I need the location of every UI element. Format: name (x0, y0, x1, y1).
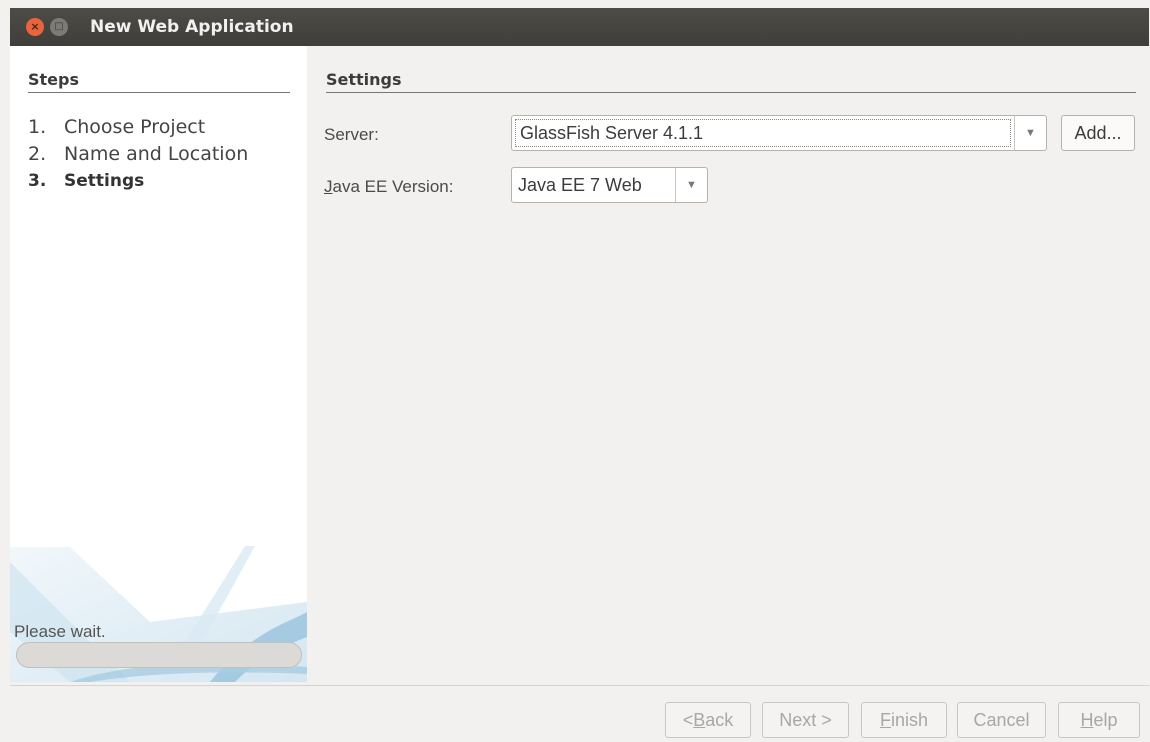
close-window-icon[interactable]: × (26, 18, 44, 36)
step-number: 1. (28, 116, 47, 138)
finish-text: inish (890, 709, 929, 730)
help-button[interactable]: Help (1058, 702, 1140, 738)
java-ee-version-value: Java EE 7 Web (518, 174, 642, 195)
maximize-window-icon[interactable]: □ (50, 18, 68, 36)
step-label: Name and Location (64, 143, 249, 165)
server-dropdown[interactable]: GlassFish Server 4.1.1 ▼ (511, 115, 1047, 151)
window-title: New Web Application (90, 17, 294, 37)
mnemonic-letter: F (879, 709, 891, 730)
next-button[interactable]: Next > (762, 702, 849, 738)
chevron-down-icon[interactable]: ▼ (1014, 116, 1046, 150)
step-item-settings: 3. Settings (28, 168, 248, 195)
mnemonic-letter: B (693, 709, 706, 730)
back-button[interactable]: < Back (665, 702, 751, 738)
step-number: 2. (28, 143, 47, 165)
help-text: elp (1093, 709, 1118, 730)
server-label: Server: (324, 125, 379, 144)
title-bar: × □ New Web Application (10, 8, 1149, 46)
steps-list: 1. Choose Project 2. Name and Location 3… (28, 114, 248, 195)
add-server-button[interactable]: Add... (1061, 115, 1135, 151)
cancel-button[interactable]: Cancel (957, 702, 1046, 738)
java-ee-version-dropdown[interactable]: Java EE 7 Web ▼ (511, 167, 708, 203)
progress-bar (16, 642, 302, 668)
step-label: Settings (64, 171, 145, 191)
step-item-choose-project: 1. Choose Project (28, 114, 248, 141)
mnemonic-letter: J (324, 177, 333, 196)
back-text: ack (705, 709, 734, 730)
mnemonic-letter: H (1080, 709, 1094, 730)
please-wait-text: Please wait. (14, 622, 106, 641)
step-label: Choose Project (64, 116, 206, 138)
chevron-down-icon[interactable]: ▼ (675, 168, 707, 202)
step-number: 3. (28, 171, 47, 191)
footer-left-area (10, 686, 307, 742)
finish-button[interactable]: Finish (861, 702, 947, 738)
steps-panel: Steps 1. Choose Project 2. Name and Loca… (10, 46, 307, 682)
java-ee-version-label: Java EE Version: (324, 177, 453, 197)
step-item-name-and-location: 2. Name and Location (28, 141, 248, 168)
server-dropdown-value: GlassFish Server 4.1.1 (515, 119, 1011, 147)
back-prefix: < (682, 709, 694, 730)
steps-heading: Steps (28, 70, 290, 93)
settings-heading: Settings (326, 70, 1136, 93)
label-text: ava EE Version: (332, 177, 454, 196)
